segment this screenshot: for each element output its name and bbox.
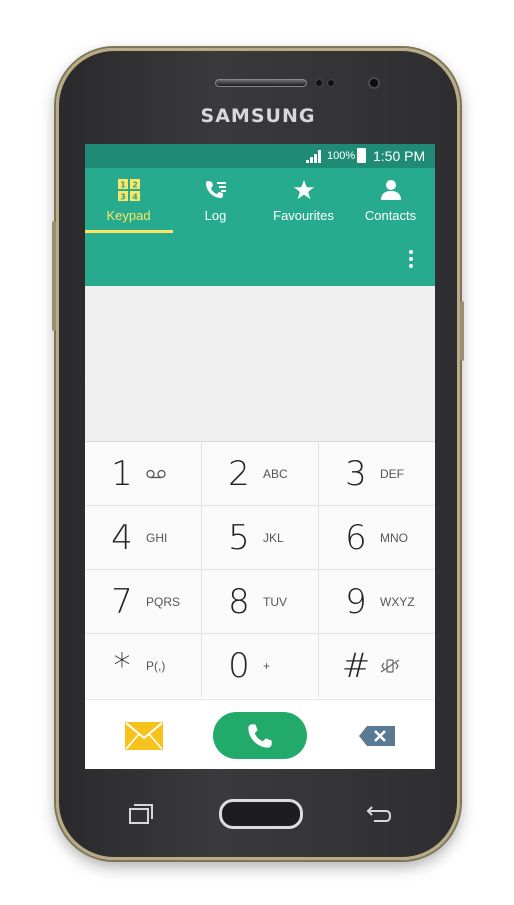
key-letters: WXYZ (380, 594, 415, 609)
active-tab-indicator (85, 230, 173, 233)
tab-favourites[interactable]: Favourites (260, 168, 347, 232)
star-icon (292, 178, 316, 202)
key-4[interactable]: 4 GHI (85, 506, 202, 570)
signal-icon (306, 150, 321, 163)
call-button[interactable] (213, 712, 307, 759)
front-camera (368, 77, 380, 89)
status-bar: 100% 1:50 PM (85, 144, 435, 168)
key-hash[interactable]: # (319, 634, 435, 698)
key-6[interactable]: 6 MNO (319, 506, 435, 570)
call-log-icon (204, 178, 228, 202)
key-letters: TUV (263, 594, 287, 609)
voicemail-icon (142, 469, 184, 479)
phone-body: SAMSUNG 100% 1:50 PM 1 2 3 4 Keypad Log … (52, 48, 464, 860)
phone-handset-icon (248, 723, 272, 748)
backspace-icon[interactable] (359, 726, 395, 746)
key-0[interactable]: 0 + (202, 634, 319, 698)
number-display[interactable] (85, 286, 435, 441)
key-digit: 3 (345, 453, 367, 494)
tab-label: Keypad (106, 208, 151, 223)
svg-text:2: 2 (132, 181, 138, 190)
key-9[interactable]: 9 WXYZ (319, 570, 435, 634)
tab-label: Favourites (273, 208, 334, 223)
key-digit: 4 (111, 517, 133, 558)
key-digit: 0 (228, 646, 250, 686)
key-7[interactable]: 7 PQRS (85, 570, 202, 634)
envelope-icon[interactable] (125, 722, 163, 750)
key-digit: 1 (111, 453, 133, 494)
key-letters: JKL (263, 530, 284, 545)
key-digit: * (113, 646, 131, 686)
battery-percentage: 100% (327, 150, 356, 162)
power-button[interactable] (460, 301, 464, 361)
brand-logo: SAMSUNG (200, 105, 316, 127)
key-letters: ABC (263, 466, 288, 481)
person-icon (379, 178, 403, 202)
screen: 100% 1:50 PM 1 2 3 4 Keypad Log Favourit… (85, 144, 435, 769)
tab-label: Contacts (364, 208, 417, 223)
tab-contacts[interactable]: Contacts (347, 168, 434, 232)
more-options-icon[interactable] (399, 246, 423, 272)
key-2[interactable]: 2 ABC (202, 442, 319, 506)
proximity-sensor (315, 79, 323, 87)
key-letters: PQRS (146, 594, 181, 609)
volume-button[interactable] (52, 221, 56, 331)
key-digit: 7 (111, 581, 133, 622)
back-icon[interactable] (366, 804, 392, 824)
key-letters: + (263, 659, 271, 673)
svg-text:3: 3 (120, 193, 126, 202)
svg-text:1: 1 (120, 181, 126, 190)
key-digit: 2 (228, 453, 250, 494)
home-button[interactable] (219, 799, 303, 829)
tab-log[interactable]: Log (172, 168, 259, 232)
tab-keypad[interactable]: 1 2 3 4 Keypad (85, 168, 172, 232)
mute-vibrate-icon (376, 659, 418, 673)
key-8[interactable]: 8 TUV (202, 570, 319, 634)
key-digit: 8 (228, 581, 250, 622)
key-letters: P(,) (146, 659, 166, 673)
light-sensor (327, 79, 335, 87)
key-digit: 5 (228, 517, 250, 558)
key-digit: 9 (345, 581, 367, 622)
key-letters: MNO (380, 530, 408, 545)
key-letters: GHI (146, 530, 168, 545)
svg-text:4: 4 (132, 193, 138, 202)
clock: 1:50 PM (373, 148, 426, 164)
key-digit: # (341, 646, 371, 686)
key-star[interactable]: * P(,) (85, 634, 202, 698)
key-3[interactable]: 3 DEF (319, 442, 435, 506)
dial-keypad: 1 2 ABC 3 DEF 4 GHI 5 JKL 6 MNO 7 PQRS 8… (85, 441, 435, 699)
key-letters: DEF (380, 466, 404, 481)
tab-bar: 1 2 3 4 Keypad Log Favourites Contacts (85, 168, 435, 286)
keypad-icon: 1 2 3 4 (117, 178, 141, 202)
action-bar (85, 699, 435, 769)
tab-label: Log (204, 208, 227, 223)
key-1[interactable]: 1 (85, 442, 202, 506)
battery-icon (357, 148, 366, 163)
earpiece-speaker (215, 79, 307, 87)
key-5[interactable]: 5 JKL (202, 506, 319, 570)
key-digit: 6 (345, 517, 367, 558)
recent-apps-icon[interactable] (128, 803, 154, 825)
